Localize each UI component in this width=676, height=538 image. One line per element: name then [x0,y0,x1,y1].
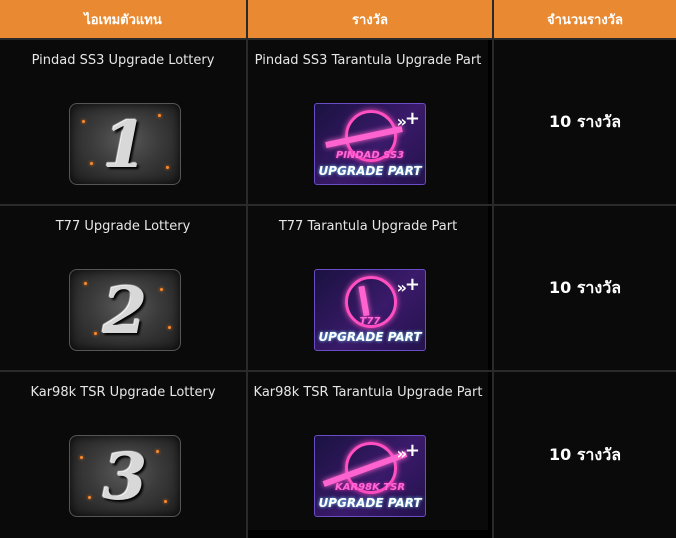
table-row-1-reward: Pindad SS3 Tarantula Upgrade Part » + PIN… [248,40,488,204]
row-divider [0,204,676,206]
reward-table: ไอเทมตัวแทน รางวัล จำนวนรางวัล Pindad SS… [0,0,676,538]
upgrade-part-icon: » + PINDAD SS3 UPGRADE PART [314,103,426,185]
header-quantity: จำนวนรางวัล [494,0,676,38]
lottery-number: 3 [102,440,148,515]
table-row-1-quantity: 10 รางวัล [494,40,676,204]
upgrade-part-icon: » + T77 UPGRADE PART [314,269,426,351]
lottery-ticket-icon: 3 [69,435,181,517]
table-row-3-reward: Kar98k TSR Tarantula Upgrade Part » + KAR… [248,372,488,530]
header-reward: รางวัล [248,0,492,38]
item-label: T77 Upgrade Lottery [55,219,191,234]
column-divider [246,0,248,538]
row-divider [0,370,676,372]
lottery-ticket-icon: 2 [69,269,181,351]
part-sub: UPGRADE PART [318,164,422,178]
part-name: T77 [359,316,381,327]
part-sub: UPGRADE PART [318,330,422,344]
lottery-number: 2 [102,274,148,349]
table-row-2-quantity: 10 รางวัล [494,206,676,370]
table-row-3-item: Kar98k TSR Upgrade Lottery 3 [0,372,246,538]
quantity-label: 10 รางวัล [548,277,621,297]
item-label: Pindad SS3 Upgrade Lottery [31,53,215,68]
quantity-label: 10 รางวัล [548,111,621,131]
table-row-2-reward: T77 Tarantula Upgrade Part » + T77 UPGRAD… [248,206,488,370]
item-label: Kar98k TSR Upgrade Lottery [30,385,216,400]
table-row-1-item: Pindad SS3 Upgrade Lottery 1 [0,40,246,204]
column-divider [492,0,494,538]
lottery-ticket-icon: 1 [69,103,181,185]
table-row-2-item: T77 Upgrade Lottery 2 [0,206,246,370]
upgrade-part-icon: » + KAR98K TSR UPGRADE PART [314,435,426,517]
header-item: ไอเทมตัวแทน [0,0,246,38]
reward-label: Pindad SS3 Tarantula Upgrade Part [254,53,482,68]
row-divider [0,38,676,40]
lottery-number: 1 [102,108,148,183]
part-sub: UPGRADE PART [318,496,422,510]
part-name: PINDAD SS3 [335,150,405,161]
table-row-3-quantity: 10 รางวัล [494,372,676,538]
reward-label: T77 Tarantula Upgrade Part [278,219,458,234]
reward-label: Kar98k TSR Tarantula Upgrade Part [253,385,483,400]
part-name: KAR98K TSR [334,482,406,493]
quantity-label: 10 รางวัล [548,444,621,464]
